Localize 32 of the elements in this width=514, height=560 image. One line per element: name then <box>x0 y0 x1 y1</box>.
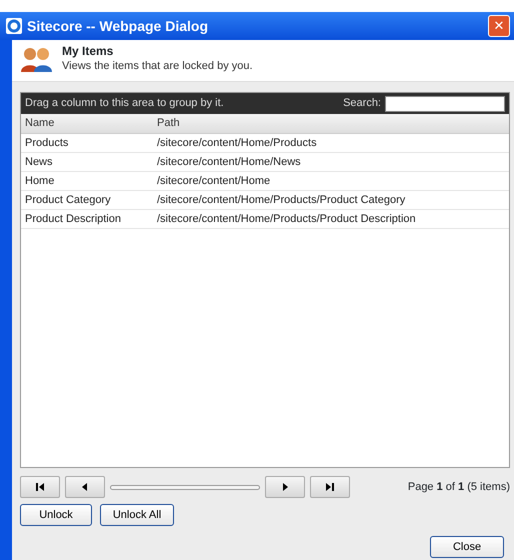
unlock-all-button[interactable]: Unlock All <box>100 504 174 526</box>
path-cell-text: /sitecore/content/Home/Products <box>157 136 317 151</box>
window-title: Sitecore -- Webpage Dialog <box>27 16 208 36</box>
close-button[interactable]: ✕ <box>488 15 510 37</box>
last-page-button[interactable] <box>310 476 350 498</box>
previous-icon <box>80 482 90 492</box>
group-hint: Drag a column to this area to group by it. <box>25 96 224 112</box>
name-cell-text: Products <box>24 136 70 151</box>
name-cell-text: Product Category <box>24 192 112 208</box>
name-cell-text: Home <box>24 174 56 189</box>
first-page-icon <box>35 482 45 492</box>
close-button[interactable]: Close <box>430 536 504 558</box>
page-summary: Page 1 of 1 (5 items) <box>408 480 510 495</box>
column-header[interactable]: Name <box>21 115 157 132</box>
path-cell-text: /sitecore/content/Home/Products/Product Category <box>157 192 406 208</box>
path-cell-text: /sitecore/content/Home <box>157 174 270 189</box>
name-cell-text: News <box>24 154 54 170</box>
dialog-subtitle: Views the items that are locked by you. <box>62 59 253 74</box>
path-cell-text: /sitecore/content/Home/Products/Product Description <box>157 212 416 227</box>
browser-icon <box>6 18 22 34</box>
path-cell-text: /sitecore/content/Home/News <box>157 154 301 170</box>
search-label: Search: <box>343 96 381 112</box>
previous-page-button[interactable] <box>65 476 105 498</box>
next-icon <box>280 482 290 492</box>
unlock-button[interactable]: Unlock <box>20 504 92 526</box>
first-page-button[interactable] <box>20 476 60 498</box>
next-page-button[interactable] <box>265 476 305 498</box>
dialog-title: My Items <box>62 44 114 58</box>
last-page-icon <box>325 482 335 492</box>
column-header[interactable]: Path <box>157 115 180 132</box>
search-field[interactable] <box>385 96 505 112</box>
name-cell-text: Product Description <box>24 212 122 227</box>
